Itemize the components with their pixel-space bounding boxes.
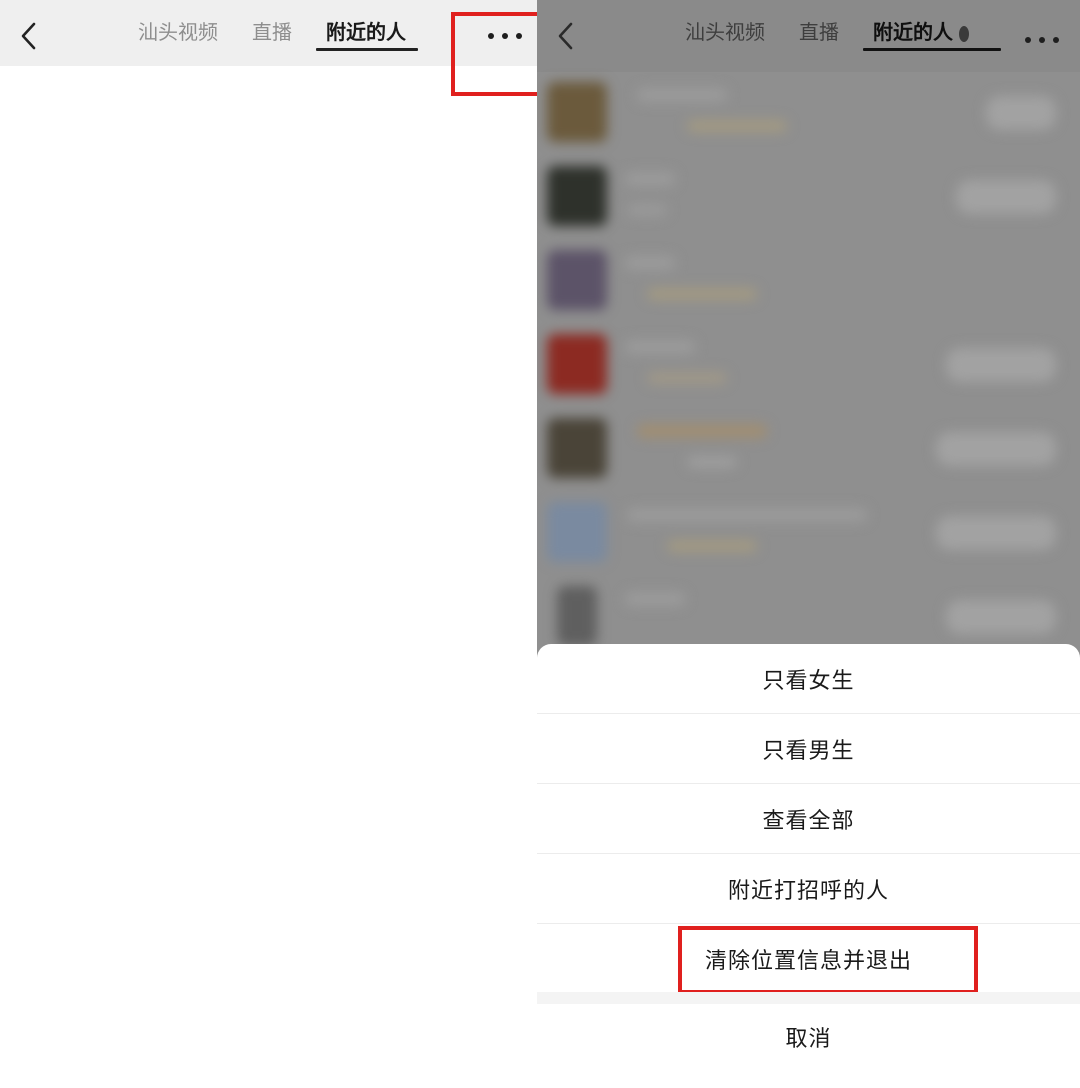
avatar — [547, 334, 607, 394]
active-tab-indicator — [316, 48, 418, 51]
active-tab-indicator — [863, 48, 1001, 51]
sheet-item-male-only[interactable]: 只看男生 — [537, 714, 1080, 784]
chevron-left-icon — [21, 22, 36, 50]
list-item-name-blur — [625, 340, 695, 354]
tab-live[interactable]: 直播 — [252, 0, 292, 66]
nav-tabs: 汕头视频 直播 附近的人 — [138, 0, 440, 66]
avatar — [547, 166, 607, 226]
tab-nearby-people[interactable]: 附近的人 — [316, 0, 418, 66]
action-sheet: 只看女生 只看男生 查看全部 附近打招呼的人 清除位置信息并退出 取消 — [537, 644, 1080, 1088]
chevron-left-icon — [558, 22, 573, 50]
list-item-action-blur — [956, 180, 1056, 214]
list-item — [537, 492, 1080, 576]
right-screen: 汕头视频 直播 附近的人 只看女生 只看男生 查看全部 附近打招呼的人 清除位置… — [537, 0, 1080, 1088]
avatar — [547, 250, 607, 310]
sheet-cancel-button[interactable]: 取消 — [537, 1002, 1080, 1072]
left-screen: 汕头视频 直播 附近的人 — [0, 0, 537, 1088]
highlight-clear-location — [678, 926, 978, 994]
list-item-sub-blur — [647, 372, 727, 384]
avatar — [547, 502, 607, 562]
list-item-name-blur — [637, 88, 727, 102]
list-item-action-blur — [946, 600, 1056, 634]
list-item-name-blur — [625, 592, 685, 606]
nearby-people-list-blurred — [537, 72, 1080, 672]
list-item-sub-blur — [667, 540, 757, 552]
sheet-item-view-all[interactable]: 查看全部 — [537, 784, 1080, 854]
list-item-action-blur — [936, 432, 1056, 466]
list-item-sub-blur — [627, 204, 667, 216]
back-button-dimmed[interactable] — [551, 18, 581, 54]
list-item-name-blur — [625, 172, 675, 186]
top-nav-bar-dimmed: 汕头视频 直播 附近的人 — [537, 0, 1080, 72]
more-dot — [1053, 37, 1059, 43]
tab-live[interactable]: 直播 — [799, 0, 839, 66]
tab-nearby-people-label: 附近的人 — [873, 20, 953, 44]
tab-shantou-video[interactable]: 汕头视频 — [685, 0, 765, 66]
list-item — [537, 156, 1080, 240]
list-item — [537, 324, 1080, 408]
list-item-sub-blur — [687, 456, 737, 468]
avatar — [547, 82, 607, 142]
list-item-name-blur — [625, 256, 675, 270]
list-item — [537, 240, 1080, 324]
sheet-item-nearby-greeters[interactable]: 附近打招呼的人 — [537, 854, 1080, 924]
footprint-icon — [959, 25, 969, 42]
more-dots-icon — [1025, 37, 1031, 43]
list-item — [537, 72, 1080, 156]
avatar — [557, 586, 597, 646]
list-item-action-blur — [986, 96, 1056, 130]
avatar — [547, 418, 607, 478]
tab-shantou-video[interactable]: 汕头视频 — [138, 0, 218, 66]
tab-nearby-people-label: 附近的人 — [326, 20, 406, 44]
tab-nearby-people[interactable]: 附近的人 — [863, 0, 1001, 66]
nav-tabs-dimmed: 汕头视频 直播 附近的人 — [685, 0, 1003, 66]
list-item-sub-blur — [687, 120, 787, 132]
list-item-name-blur — [627, 508, 867, 522]
list-item-action-blur — [946, 348, 1056, 382]
list-item-sub-blur — [647, 288, 757, 300]
back-button[interactable] — [14, 18, 44, 54]
sheet-item-female-only[interactable]: 只看女生 — [537, 644, 1080, 714]
highlight-more-button — [451, 12, 537, 96]
list-item — [537, 408, 1080, 492]
more-options-button[interactable] — [1025, 30, 1059, 50]
more-dot — [1039, 37, 1045, 43]
list-item-action-blur — [936, 516, 1056, 550]
list-item-name-blur — [637, 424, 767, 438]
